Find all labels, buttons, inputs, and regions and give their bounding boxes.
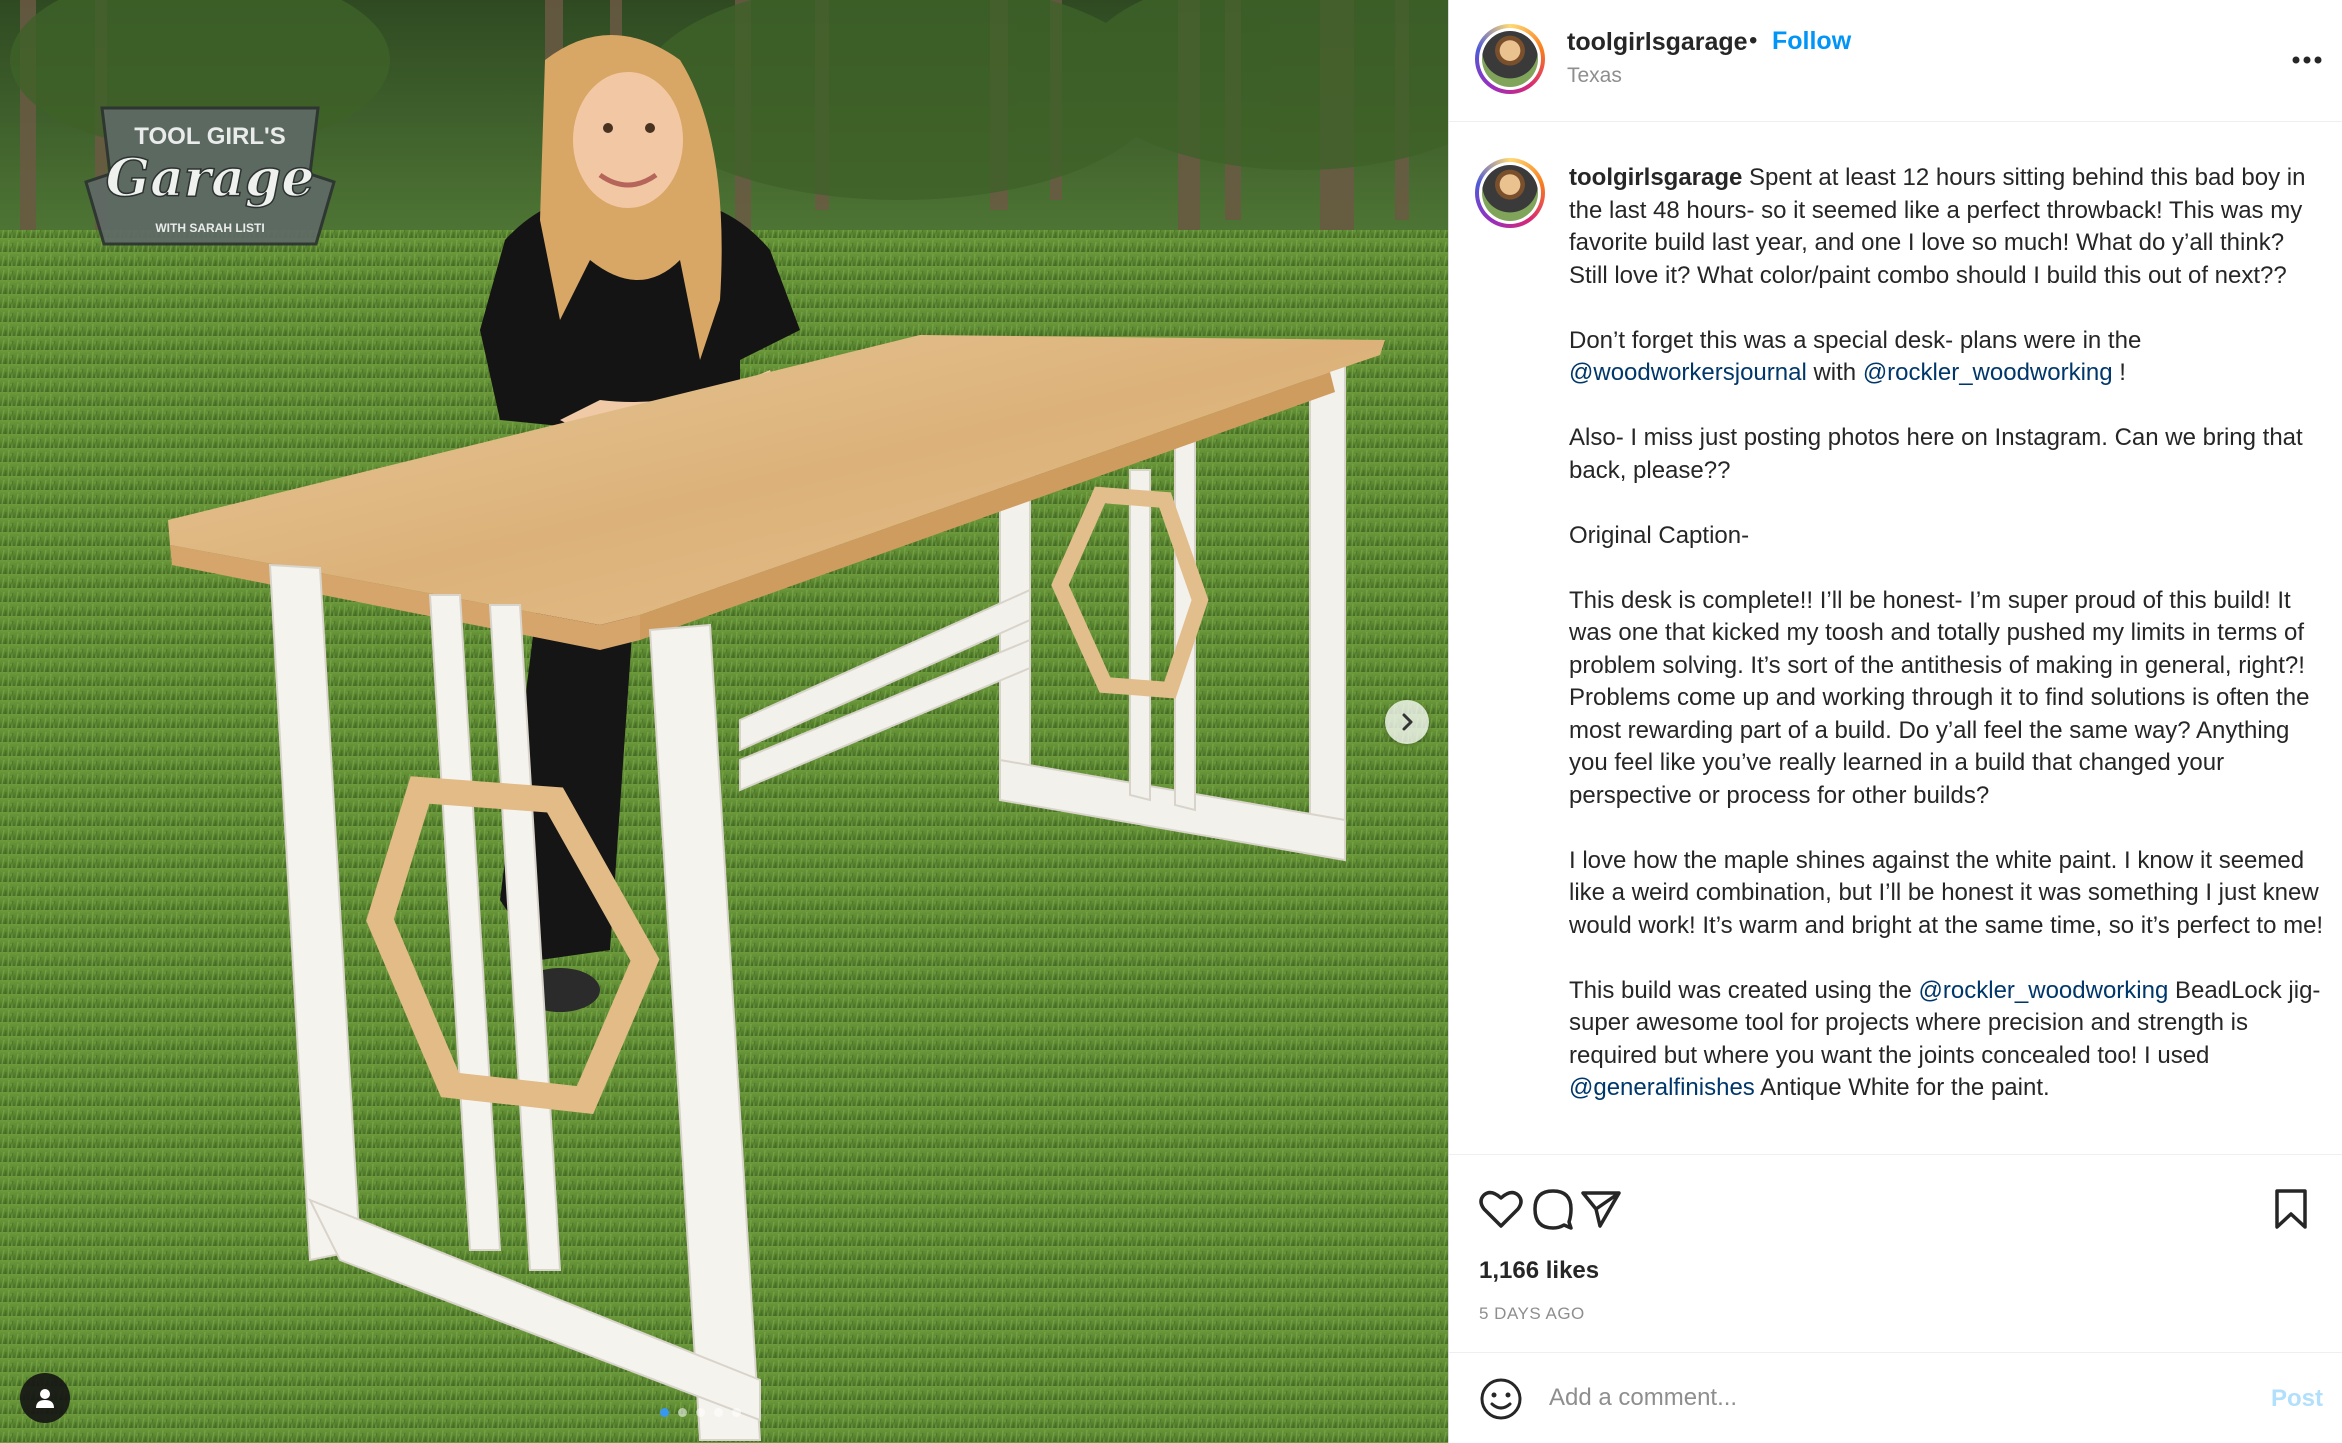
logo-line-2: Garage [106,148,315,209]
carousel-dot [678,1408,687,1417]
carousel-dot [696,1408,705,1417]
caption-paragraph-3: Also- I miss just posting photos here on… [1569,424,2303,484]
carousel-dot [732,1408,741,1417]
mention-link[interactable]: @rockler_woodworking [1919,977,2169,1004]
caption-body: with [1806,359,1863,386]
caption-text: toolgirlsgarage Spent at least 12 hours … [1569,162,2329,1137]
like-button[interactable] [1477,1185,1525,1233]
carousel-indicator [660,1408,741,1417]
logo-line-1: TOOL GIRL'S [134,123,286,150]
heart-icon [1479,1190,1523,1228]
tagged-users-button[interactable] [20,1373,70,1423]
next-photo-button[interactable] [1385,700,1429,744]
save-button[interactable] [2267,1185,2315,1233]
likes-count[interactable]: 1,166 likes [1479,1257,1599,1285]
logo-line-3: WITH SARAH LISTI [155,221,264,235]
user-tag-icon [36,1389,54,1408]
mention-link[interactable]: @woodworkersjournal [1569,359,1807,386]
follow-button[interactable]: Follow [1772,27,1851,56]
caption-paragraph-5: This desk is complete!! I’ll be honest- … [1569,586,2310,809]
caption-body: ! [2112,359,2126,386]
avatar[interactable] [1475,24,1545,94]
caption-paragraph-1: toolgirlsgarage Spent at least 12 hours … [1569,162,2329,292]
post-comment-button[interactable]: Post [2271,1385,2323,1413]
post-photo[interactable]: TOOL GIRL'S Garage WITH SARAH LISTI [0,0,1448,1443]
caption-body: Antique White for the paint. [1754,1074,2050,1101]
more-horizontal-icon [2292,56,2322,64]
carousel-dot [714,1408,723,1417]
caption-body: This build was created using the [1569,976,1919,1004]
chevron-right-icon [1402,713,1413,731]
avatar[interactable] [1475,158,1545,228]
caption-paragraph-7: This build was created using the @rockle… [1569,975,2329,1105]
carousel-dot [660,1408,669,1417]
share-button[interactable] [1577,1185,1625,1233]
comment-input[interactable] [1549,1375,2189,1421]
comment-bar: Post [1449,1352,2342,1443]
share-icon [1581,1191,1621,1228]
location-link[interactable]: Texas [1567,64,1622,88]
more-options-button[interactable] [2287,40,2327,80]
mention-link[interactable]: @generalfinishes [1569,1074,1755,1101]
caption-paragraph-4: Original Caption- [1569,521,1750,549]
comment-icon [1533,1189,1573,1230]
emoji-icon[interactable] [1479,1377,1523,1421]
caption-section: toolgirlsgarage Spent at least 12 hours … [1449,122,2342,1154]
post-side-panel: toolgirlsgarage • Follow Texas toolgirls… [1448,0,2342,1443]
post-header: toolgirlsgarage • Follow Texas [1449,0,2342,122]
post-actions: 1,166 likes 5 DAYS AGO [1449,1154,2342,1354]
comment-button[interactable] [1529,1185,1577,1233]
header-username[interactable]: toolgirlsgarage [1567,28,1748,57]
brand-logo-sign: TOOL GIRL'S Garage WITH SARAH LISTI [84,106,336,246]
mention-link[interactable]: @rockler_woodworking [1863,359,2113,386]
header-separator: • [1749,27,1758,54]
caption-username[interactable]: toolgirlsgarage [1569,164,1742,191]
caption-paragraph-6: I love how the maple shines against the … [1569,846,2324,939]
caption-body: Don’t forget this was a special desk- pl… [1569,326,2142,354]
post-timestamp: 5 DAYS AGO [1479,1304,1585,1323]
bookmark-icon [2275,1189,2307,1229]
caption-paragraph-2: Don’t forget this was a special desk- pl… [1569,325,2329,390]
